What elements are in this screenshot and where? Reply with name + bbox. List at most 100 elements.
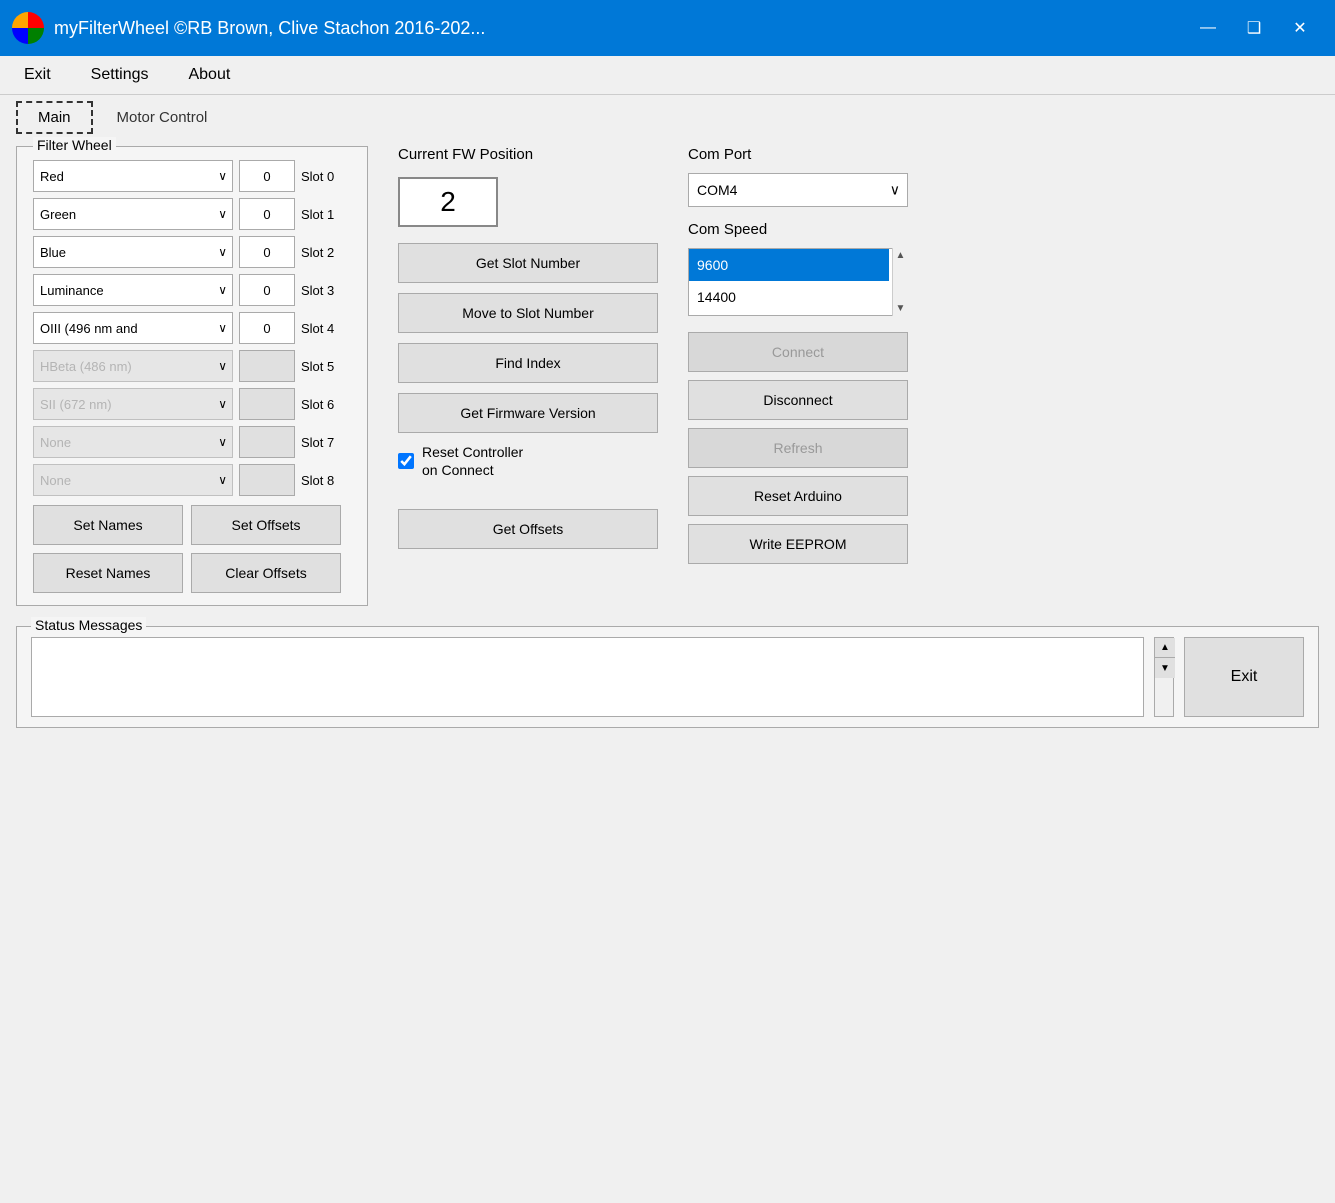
slot-offset-8	[239, 464, 295, 496]
slot-select-wrapper-7: None	[33, 426, 233, 458]
status-section: Status Messages ▲ ▼ Exit	[16, 626, 1319, 728]
status-scroll-up[interactable]: ▲	[1155, 638, 1175, 658]
menu-exit[interactable]: Exit	[8, 60, 67, 90]
status-exit-button[interactable]: Exit	[1184, 637, 1304, 717]
slot-row-6: SII (672 nm) Slot 6	[33, 387, 351, 421]
title-bar: myFilterWheel ©RB Brown, Clive Stachon 2…	[0, 0, 1335, 56]
reset-controller-checkbox[interactable]	[398, 453, 414, 469]
slot-label-3: Slot 3	[301, 283, 351, 298]
slot-select-wrapper-4: OIII (496 nm and	[33, 312, 233, 344]
tab-main[interactable]: Main	[16, 101, 93, 134]
status-legend: Status Messages	[31, 617, 146, 633]
com-speed-list[interactable]: 9600 14400	[688, 248, 908, 316]
com-speed-container: 9600 14400 ▲ ▼	[688, 248, 908, 316]
tab-motor-control[interactable]: Motor Control	[95, 101, 230, 134]
get-offsets-button[interactable]: Get Offsets	[398, 509, 658, 549]
fw-position-value: 2	[440, 186, 456, 218]
slot-select-wrapper-5: HBeta (486 nm)	[33, 350, 233, 382]
slot-select-wrapper-8: None	[33, 464, 233, 496]
slot-offset-4[interactable]	[239, 312, 295, 344]
fw-position-label: Current FW Position	[398, 146, 658, 163]
slot-select-6: SII (672 nm)	[33, 388, 233, 420]
slot-select-5: HBeta (486 nm)	[33, 350, 233, 382]
tabs-bar: Main Motor Control	[0, 95, 1335, 134]
com-speed-scrollbar: ▲ ▼	[892, 248, 908, 316]
slot-select-wrapper-1: Green	[33, 198, 233, 230]
reset-arduino-button[interactable]: Reset Arduino	[688, 476, 908, 516]
slot-row-7: None Slot 7	[33, 425, 351, 459]
slot-offset-0[interactable]	[239, 160, 295, 192]
slot-select-0[interactable]: Red	[33, 160, 233, 192]
menu-settings[interactable]: Settings	[75, 60, 165, 90]
title-bar-text: myFilterWheel ©RB Brown, Clive Stachon 2…	[54, 18, 485, 39]
slot-row-2: Blue Slot 2	[33, 235, 351, 269]
slot-offset-6	[239, 388, 295, 420]
status-scroll-down[interactable]: ▼	[1155, 658, 1175, 678]
filter-wheel-section: Filter Wheel RedSlot 0GreenSlot 1BlueSlo…	[16, 146, 368, 606]
slot-label-4: Slot 4	[301, 321, 351, 336]
com-speed-item-9600[interactable]: 9600	[689, 249, 889, 281]
top-row: Filter Wheel RedSlot 0GreenSlot 1BlueSlo…	[16, 146, 1319, 606]
reset-names-button[interactable]: Reset Names	[33, 553, 183, 593]
slot-select-2[interactable]: Blue	[33, 236, 233, 268]
status-content: ▲ ▼ Exit	[31, 637, 1304, 717]
slot-offset-7	[239, 426, 295, 458]
filter-grid: RedSlot 0 Green Slot 1 Blue Slot 2 Luminance S…	[33, 159, 351, 497]
slot-select-1[interactable]: Green	[33, 198, 233, 230]
slot-row-8: NoneSlot 8	[33, 463, 351, 497]
scroll-up-arrow[interactable]: ▲	[896, 250, 906, 261]
set-names-button[interactable]: Set Names	[33, 505, 183, 545]
get-slot-number-button[interactable]: Get Slot Number	[398, 243, 658, 283]
scroll-down-arrow[interactable]: ▼	[896, 303, 906, 314]
slot-select-wrapper-6: SII (672 nm)	[33, 388, 233, 420]
connect-button[interactable]: Connect	[688, 332, 908, 372]
maximize-button[interactable]: ❑	[1231, 12, 1277, 44]
main-content: Filter Wheel RedSlot 0 Green Slot 1 Blue Slo…	[0, 134, 1335, 740]
slot-offset-2[interactable]	[239, 236, 295, 268]
slot-select-4[interactable]: OIII (496 nm and	[33, 312, 233, 344]
set-offsets-button[interactable]: Set Offsets	[191, 505, 341, 545]
slot-label-1: Slot 1	[301, 207, 351, 222]
close-button[interactable]: ✕	[1277, 12, 1323, 44]
slot-offset-5	[239, 350, 295, 382]
com-port-select[interactable]: COM4 COM1 COM2 COM3	[688, 173, 908, 207]
menu-about[interactable]: About	[172, 60, 246, 90]
slot-select-3[interactable]: Luminance	[33, 274, 233, 306]
status-textarea[interactable]	[31, 637, 1144, 717]
slot-select-wrapper-2: Blue	[33, 236, 233, 268]
slot-row-5: HBeta (486 nm) Slot 5	[33, 349, 351, 383]
reset-controller-label: Reset Controlleron Connect	[422, 443, 523, 479]
com-speed-item-14400[interactable]: 14400	[689, 281, 889, 313]
slot-row-0: RedSlot 0	[33, 159, 351, 193]
minimize-button[interactable]: —	[1185, 12, 1231, 44]
slot-label-6: Slot 6	[301, 397, 351, 412]
status-scrollbar: ▲ ▼	[1154, 637, 1174, 717]
filter-wheel-legend: Filter Wheel	[33, 137, 116, 153]
get-firmware-button[interactable]: Get Firmware Version	[398, 393, 658, 433]
slot-label-5: Slot 5	[301, 359, 351, 374]
menu-bar: Exit Settings About	[0, 56, 1335, 95]
find-index-button[interactable]: Find Index	[398, 343, 658, 383]
right-column: Com Port COM4 COM1 COM2 COM3 Com Speed 9…	[688, 146, 908, 606]
slot-select-wrapper-3: Luminance	[33, 274, 233, 306]
clear-offsets-button[interactable]: Clear Offsets	[191, 553, 341, 593]
slots-column: RedSlot 0 Green Slot 1 Blue Slot 2 Luminance S…	[33, 159, 351, 497]
move-to-slot-button[interactable]: Move to Slot Number	[398, 293, 658, 333]
slot-select-wrapper-0: Red	[33, 160, 233, 192]
slot-select-7: None	[33, 426, 233, 458]
slot-label-7: Slot 7	[301, 435, 351, 450]
slot-select-8: None	[33, 464, 233, 496]
com-port-select-wrapper: COM4 COM1 COM2 COM3	[688, 173, 908, 207]
filter-buttons-row-2: Reset Names Clear Offsets	[33, 553, 351, 593]
slot-row-4: OIII (496 nm and Slot 4	[33, 311, 351, 345]
refresh-button[interactable]: Refresh	[688, 428, 908, 468]
slot-label-2: Slot 2	[301, 245, 351, 260]
filter-buttons-row: Set Names Set Offsets	[33, 505, 351, 545]
slot-offset-1[interactable]	[239, 198, 295, 230]
com-speed-label: Com Speed	[688, 221, 908, 238]
slot-offset-3[interactable]	[239, 274, 295, 306]
disconnect-button[interactable]: Disconnect	[688, 380, 908, 420]
write-eeprom-button[interactable]: Write EEPROM	[688, 524, 908, 564]
middle-column: Current FW Position 2 Get Slot Number Mo…	[398, 146, 658, 606]
com-port-label: Com Port	[688, 146, 908, 163]
